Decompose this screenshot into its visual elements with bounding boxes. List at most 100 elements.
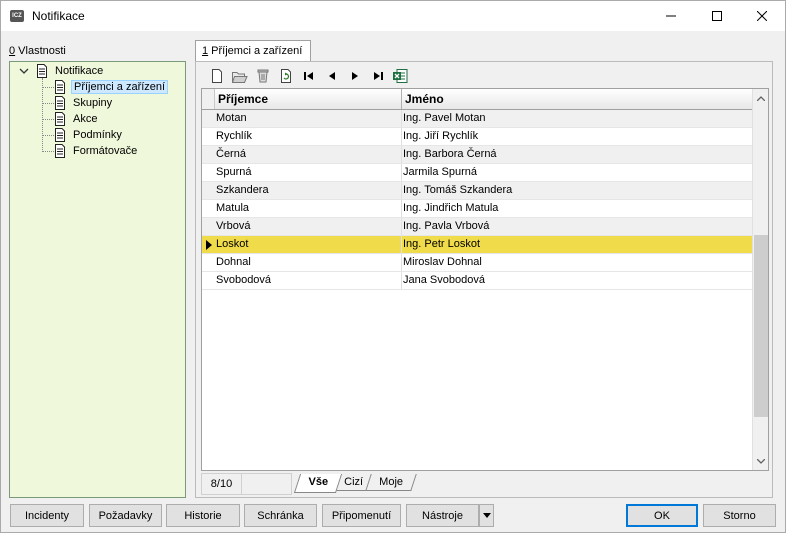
- close-icon: [757, 11, 767, 21]
- cell-jmeno: Miroslav Dohnal: [402, 254, 753, 271]
- new-button[interactable]: [205, 67, 228, 85]
- delete-icon: [257, 69, 268, 83]
- table-row-selected[interactable]: Loskot Ing. Petr Loskot: [202, 236, 753, 254]
- filter-tabs: Vše Cizí Moje: [293, 474, 417, 494]
- open-icon: [231, 71, 248, 83]
- last-record-button[interactable]: [366, 67, 389, 85]
- tab-moje[interactable]: Moje: [364, 474, 417, 491]
- minimize-button[interactable]: [648, 1, 694, 31]
- tree-connector: [42, 119, 54, 120]
- cell-prijemce: Rychlík: [215, 128, 402, 145]
- tree-connector: [42, 103, 54, 104]
- table-row[interactable]: Matula Ing. Jindřich Matula: [202, 200, 753, 218]
- refresh-button[interactable]: [274, 67, 297, 85]
- grid-body: Motan Ing. Pavel Motan Rychlík Ing. Jiří…: [202, 110, 753, 290]
- scroll-down-button[interactable]: [753, 453, 768, 469]
- incidenty-button[interactable]: Incidenty: [10, 504, 84, 527]
- cell-jmeno: Jarmila Spurná: [402, 164, 753, 181]
- tree-connector: [42, 135, 54, 136]
- scroll-up-button[interactable]: [753, 90, 768, 106]
- historie-button[interactable]: Historie: [166, 504, 240, 527]
- schranka-button[interactable]: Schránka: [244, 504, 317, 527]
- app-icon: ICZ: [10, 10, 24, 22]
- cell-prijemce: Dohnal: [215, 254, 402, 271]
- tree-item-podminky[interactable]: Podmínky: [54, 127, 124, 143]
- recipients-grid[interactable]: Příjemce Jméno Motan Ing. Pavel Motan Ry…: [201, 88, 769, 471]
- table-row[interactable]: Motan Ing. Pavel Motan: [202, 110, 753, 128]
- table-row[interactable]: Szkandera Ing. Tomáš Szkandera: [202, 182, 753, 200]
- table-row[interactable]: Černá Ing. Barbora Černá: [202, 146, 753, 164]
- tree-item-skupiny[interactable]: Skupiny: [54, 95, 114, 111]
- properties-tree[interactable]: Notifikace Příjemci a zařízení Skupiny A…: [9, 61, 186, 498]
- row-indicator: [202, 236, 215, 253]
- record-count: 8/10: [201, 473, 242, 495]
- table-row[interactable]: Vrbová Ing. Pavla Vrbová: [202, 218, 753, 236]
- cell-jmeno: Ing. Pavla Vrbová: [402, 218, 753, 235]
- document-icon: [55, 80, 65, 94]
- notifikace-window: ICZ Notifikace 0 Vlastnosti Notifikace P: [0, 0, 786, 533]
- table-row[interactable]: Rychlík Ing. Jiří Rychlík: [202, 128, 753, 146]
- column-header-jmeno[interactable]: Jméno: [402, 89, 753, 109]
- row-indicator: [202, 182, 215, 199]
- tab-prijemci-a-zarizeni[interactable]: 1 Příjemci a zařízení: [195, 40, 311, 62]
- close-button[interactable]: [739, 1, 785, 31]
- tree-item-label: Akce: [73, 113, 98, 125]
- open-button[interactable]: [228, 67, 251, 85]
- tree-root-label: Notifikace: [55, 65, 104, 77]
- first-record-button[interactable]: [297, 67, 320, 85]
- tree-item-label: Podmínky: [73, 129, 122, 141]
- prev-icon: [328, 72, 335, 80]
- tree-item-akce[interactable]: Akce: [54, 111, 99, 127]
- collapse-icon[interactable]: [18, 65, 30, 77]
- grid-toolbar: [205, 66, 412, 86]
- row-indicator: [202, 110, 215, 127]
- chevron-up-icon: [757, 95, 765, 101]
- document-icon: [55, 112, 65, 126]
- tree-item-formatovace[interactable]: Formátovače: [54, 143, 139, 159]
- pripomenuti-button[interactable]: Připomenutí: [322, 504, 401, 527]
- nastroje-button[interactable]: Nástroje: [406, 504, 479, 527]
- document-icon: [55, 128, 65, 142]
- tree-connector: [42, 87, 54, 88]
- table-row[interactable]: Svobodová Jana Svobodová: [202, 272, 753, 290]
- tab-vse[interactable]: Vše: [293, 474, 342, 493]
- tree-item-prijemci[interactable]: Příjemci a zařízení: [54, 79, 169, 95]
- storno-button[interactable]: Storno: [703, 504, 776, 527]
- refresh-icon: [280, 69, 291, 83]
- chevron-down-icon: [757, 458, 765, 464]
- row-indicator: [202, 254, 215, 271]
- nastroje-dropdown-button[interactable]: [479, 504, 494, 527]
- last-icon: [373, 72, 383, 80]
- maximize-icon: [712, 11, 722, 21]
- vertical-scrollbar[interactable]: [752, 89, 768, 470]
- cell-jmeno: Ing. Jiří Rychlík: [402, 128, 753, 145]
- row-indicator-header: [202, 89, 215, 109]
- export-excel-button[interactable]: [389, 67, 412, 85]
- cell-jmeno: Jana Svobodová: [402, 272, 753, 289]
- row-indicator: [202, 146, 215, 163]
- next-record-button[interactable]: [343, 67, 366, 85]
- table-row[interactable]: Spurná Jarmila Spurná: [202, 164, 753, 182]
- delete-button[interactable]: [251, 67, 274, 85]
- row-indicator: [202, 128, 215, 145]
- first-icon: [303, 72, 313, 80]
- row-indicator: [202, 218, 215, 235]
- cell-jmeno: Ing. Barbora Černá: [402, 146, 753, 163]
- cell-prijemce: Matula: [215, 200, 402, 217]
- excel-icon: [393, 69, 408, 83]
- pozadavky-button[interactable]: Požadavky: [89, 504, 162, 527]
- cell-prijemce: Spurná: [215, 164, 402, 181]
- tree-item-label: Příjemci a zařízení: [71, 80, 169, 94]
- table-row[interactable]: Dohnal Miroslav Dohnal: [202, 254, 753, 272]
- row-indicator: [202, 272, 215, 289]
- scroll-thumb[interactable]: [754, 235, 768, 417]
- column-header-prijemce[interactable]: Příjemce: [215, 89, 402, 109]
- maximize-button[interactable]: [694, 1, 740, 31]
- dropdown-arrow-icon: [482, 513, 491, 518]
- ok-button[interactable]: OK: [626, 504, 698, 527]
- next-icon: [351, 72, 358, 80]
- cell-jmeno: Ing. Tomáš Szkandera: [402, 182, 753, 199]
- document-icon: [55, 96, 65, 110]
- prev-record-button[interactable]: [320, 67, 343, 85]
- tree-root-notifikace[interactable]: Notifikace: [18, 63, 105, 79]
